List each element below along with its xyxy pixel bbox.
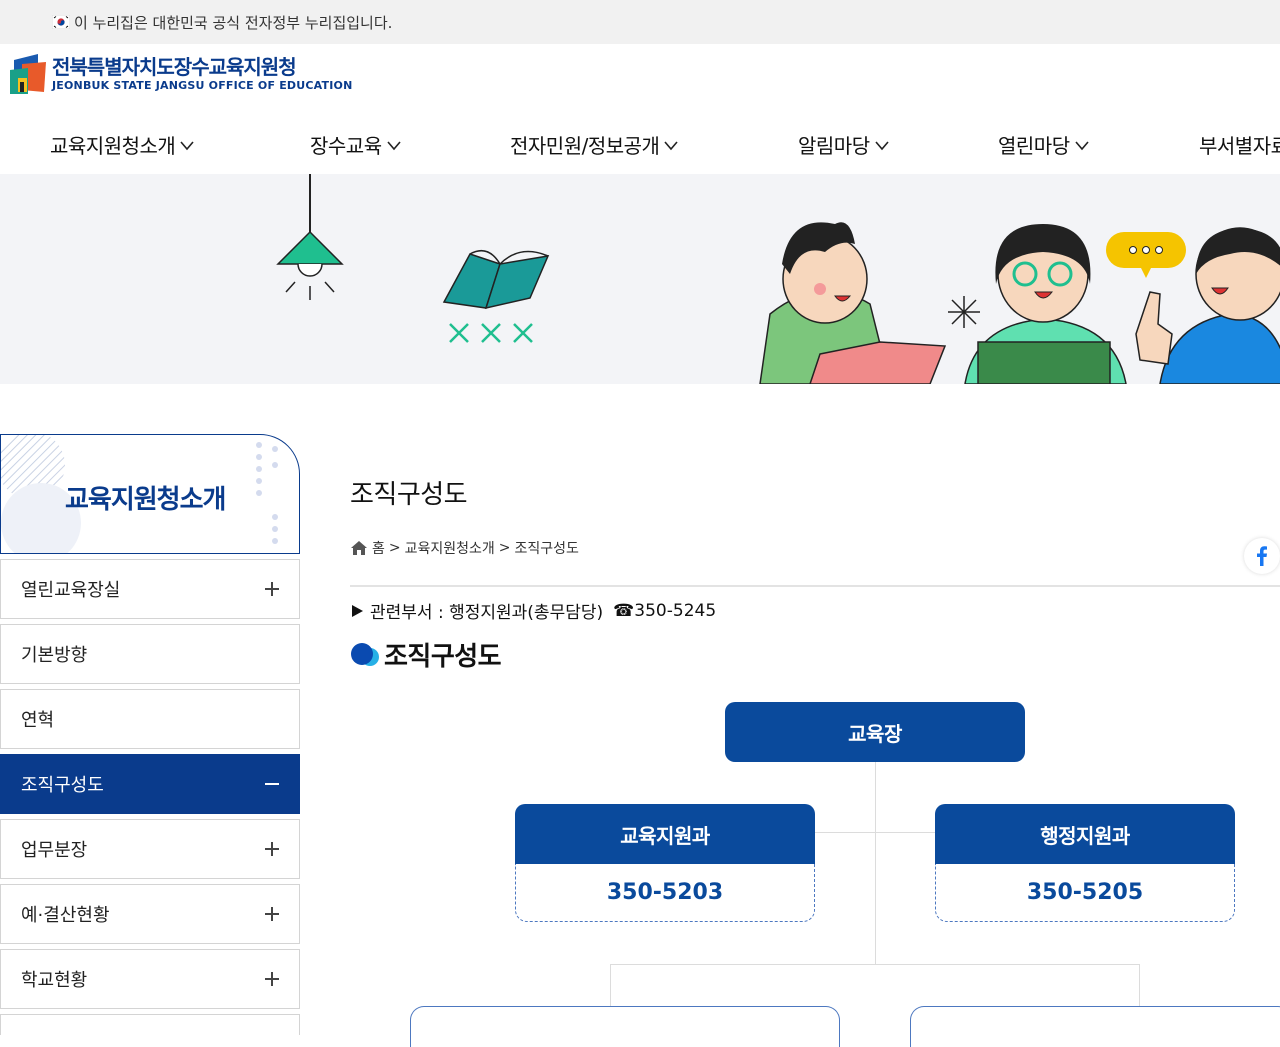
gnb-item-label: 열린마당 [998,134,1070,158]
plus-icon [265,842,279,856]
chevron-down-icon [180,140,194,150]
gnb-item-department-data[interactable]: 부서별자료 [1199,130,1280,159]
plus-icon [265,582,279,596]
org-superintendent: 교육장 [725,702,1025,762]
org-lower-unit-left [410,1006,840,1047]
breadcrumb-current: 조직구성도 [514,541,579,557]
gnb-item-label: 전자민원/정보공개 [510,134,660,158]
sidebar-item-label: 업무분장 [21,840,88,861]
sidebar-item-open-office[interactable]: 열린교육장실 [0,559,300,619]
triangle-right-icon [352,604,363,617]
sidebar-item-label: 연혁 [21,710,55,731]
gnb-item-intro[interactable]: 교육지원청소개 [50,130,195,159]
office-logo-icon [10,54,46,94]
site-logo[interactable]: 전북특별자치도장수교육지원청 JEONBUK STATE JANGSU OFFI… [8,52,352,96]
sidebar-item-duties[interactable]: 업무분장 [0,819,300,879]
gnb-item-label: 장수교육 [310,134,382,158]
child-character-glasses [964,224,1127,384]
sidebar-item-label: 조직구성도 [21,775,104,796]
sidebar-item-basic-direction[interactable]: 기본방향 [0,624,300,684]
org-connector-lower-left [610,964,611,1006]
org-connector-lower [610,964,1140,965]
chevron-down-icon [387,140,401,150]
breadcrumb: 홈 > 교육지원청소개 > 조직구성도 [350,538,583,558]
bullet-dot-icon [351,642,379,666]
org-lower-unit-right [910,1006,1280,1047]
breadcrumb-separator: > [498,540,511,556]
lamp-icon [276,174,344,300]
sidebar-item-org-chart[interactable]: 조직구성도 [0,754,300,814]
org-connector-vertical [875,762,876,964]
plus-icon [265,907,279,921]
gnb-item-open-forum[interactable]: 열린마당 [998,130,1090,159]
gnb-item-civil-service[interactable]: 전자민원/정보공개 [510,130,679,159]
sub-visual-banner [0,174,1280,384]
section-title: 조직구성도 [384,642,502,672]
org-administration-support-division: 행정지원과 [935,804,1235,864]
sidebar-item-label: 열린교육장실 [21,580,121,601]
banner-illustration [276,174,1280,384]
open-book-icon [442,249,550,310]
sidebar-item-history[interactable]: 연혁 [0,689,300,749]
sidebar-item-schools[interactable]: 학교현황 [0,949,300,1009]
speech-bubble-icon [1106,232,1186,278]
child-character-green-hood [759,222,947,384]
korea-flag-icon [52,15,70,29]
minus-icon [265,783,279,785]
plus-icon [265,972,279,986]
facebook-share-button[interactable] [1244,538,1280,574]
gov-notice-text: 이 누리집은 대한민국 공식 전자정부 누리집입니다. [74,13,393,32]
home-icon[interactable] [350,540,368,556]
related-department: 관련부서 : 행정지원과(총무담당) ☎350-5245 [350,598,716,623]
page-title: 조직구성도 [350,480,468,510]
department-phone: ☎350-5245 [613,600,717,621]
org-education-support-division: 교육지원과 [515,804,815,864]
gnb-item-label: 교육지원청소개 [50,134,176,158]
content-divider [350,585,1280,587]
gnb-item-label: 알림마당 [798,134,870,158]
gnb-item-notice[interactable]: 알림마당 [798,130,890,159]
sidebar-item-label: 예·결산현황 [21,905,110,926]
gnb-item-label: 부서별자료 [1199,134,1280,158]
star-spark-icon [948,296,980,328]
logo-name-en: JEONBUK STATE JANGSU OFFICE OF EDUCATION [52,79,353,92]
gnb-item-jangsu-edu[interactable]: 장수교육 [310,130,402,159]
logo-name-kr: 전북특별자치도장수교육지원청 [52,55,297,79]
chevron-down-icon [875,140,889,150]
org-connector-lower-right [1139,964,1140,1006]
sidebar-item-more[interactable] [0,1014,300,1035]
org-connector-horizontal [815,832,935,833]
org-education-support-phone: 350-5203 [515,864,815,922]
chevron-down-icon [664,140,679,150]
facebook-icon [1257,546,1267,566]
sub-navigation: 교육지원청소개 열린교육장실 기본방향 연혁 조직구성도 업무분장 예·결산현황… [0,434,300,1035]
main-navigation: 교육지원청소개 장수교육 전자민원/정보공개 알림마당 열린마당 부서별자료 [0,116,1280,174]
sparkle-marks [449,323,533,343]
gov-notice-bar: 이 누리집은 대한민국 공식 전자정부 누리집입니다. [0,0,1280,44]
org-administration-support-phone: 350-5205 [935,864,1235,922]
sidebar-item-label: 기본방향 [21,645,88,666]
sidebar-item-budget[interactable]: 예·결산현황 [0,884,300,944]
sidebar-item-label: 학교현황 [21,970,88,991]
department-label: 관련부서 : 행정지원과(총무담당) [370,603,604,623]
section-heading: 조직구성도 [350,636,502,673]
breadcrumb-home[interactable]: 홈 [372,538,385,558]
breadcrumb-separator: > [388,540,401,556]
chevron-down-icon [1075,140,1089,150]
sidebar-header: 교육지원청소개 [0,434,300,554]
breadcrumb-section[interactable]: 교육지원청소개 [405,538,495,558]
sidebar-title: 교육지원청소개 [65,485,226,515]
